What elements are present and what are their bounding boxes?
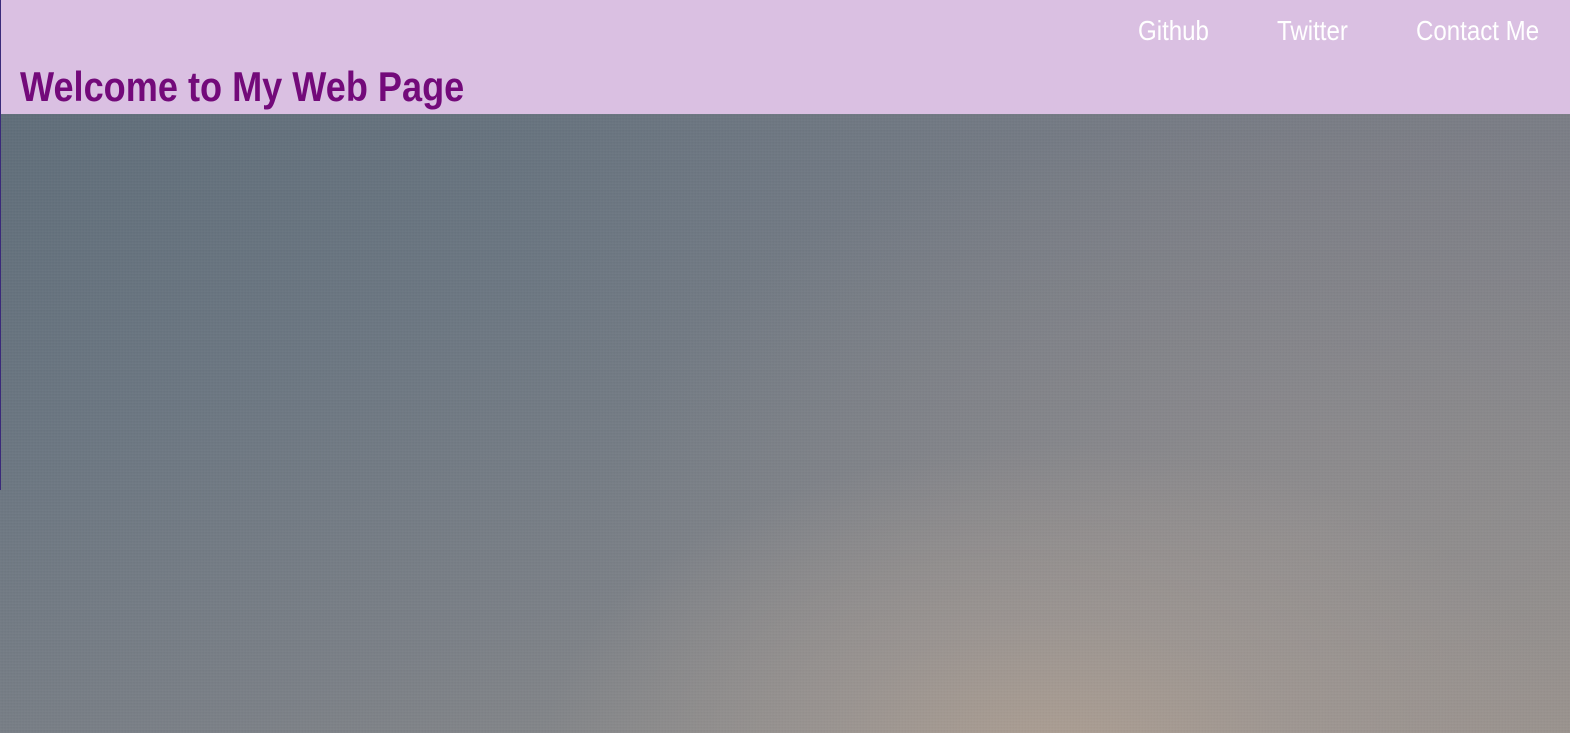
page: Github Twitter Contact Me Welcome to My … [0,0,1570,733]
window-edge-line [0,0,1,490]
site-header: Github Twitter Contact Me Welcome to My … [0,0,1570,114]
nav-link-github[interactable]: Github [1138,13,1209,49]
hero-background-image [0,114,1570,733]
page-title: Welcome to My Web Page [20,63,465,110]
nav-link-contact-me[interactable]: Contact Me [1416,13,1539,49]
nav-link-twitter[interactable]: Twitter [1277,13,1348,49]
image-texture [0,114,1570,733]
